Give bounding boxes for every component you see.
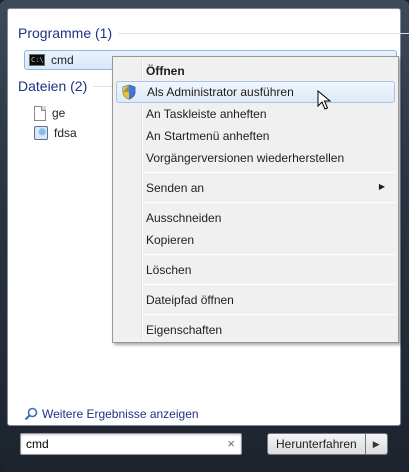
menu-item-run-as-admin[interactable]: Als Administrator ausführen	[116, 81, 395, 103]
result-item-fdsa[interactable]: fdsa	[30, 123, 83, 143]
menu-item-pin-taskbar[interactable]: An Taskleiste anheften	[116, 103, 395, 125]
shutdown-group: Herunterfahren ▶	[267, 433, 388, 455]
result-item-label: cmd	[51, 53, 74, 67]
shutdown-button[interactable]: Herunterfahren	[267, 433, 366, 455]
more-results-label: Weitere Ergebnisse anzeigen	[42, 407, 199, 421]
menu-item-label: Senden an	[146, 181, 205, 195]
menu-item-delete[interactable]: Löschen	[116, 259, 395, 281]
menu-item-copy[interactable]: Kopieren	[116, 229, 395, 251]
group-header-programs[interactable]: Programme (1)	[18, 25, 409, 41]
clear-search-icon[interactable]: ×	[227, 437, 235, 451]
menu-item-previous-versions[interactable]: Vorgängerversionen wiederherstellen	[116, 147, 395, 169]
menu-separator	[144, 172, 396, 173]
menu-separator	[144, 254, 396, 255]
menu-item-properties[interactable]: Eigenschaften	[116, 319, 395, 341]
mouse-cursor-icon	[317, 90, 331, 110]
search-input[interactable]	[21, 434, 211, 454]
menu-item-pin-startmenu[interactable]: An Startmenü anheften	[116, 125, 395, 147]
document-icon	[34, 105, 46, 121]
menu-separator	[144, 284, 396, 285]
result-item-label: fdsa	[54, 126, 77, 140]
menu-item-open-file-location[interactable]: Dateipfad öffnen	[116, 289, 395, 311]
image-file-icon	[34, 126, 48, 140]
more-results-link[interactable]: Weitere Ergebnisse anzeigen	[24, 407, 199, 421]
menu-separator	[144, 314, 396, 315]
shutdown-options-button[interactable]: ▶	[365, 433, 388, 455]
group-header-files[interactable]: Dateien (2)	[18, 78, 395, 94]
uac-shield-icon	[122, 84, 136, 100]
menu-item-open[interactable]: Öffnen	[116, 60, 395, 82]
result-item-ge[interactable]: ge	[30, 103, 71, 123]
menu-item-label: Als Administrator ausführen	[147, 85, 294, 99]
search-box[interactable]: ×	[20, 433, 242, 455]
submenu-arrow-icon: ▶	[378, 182, 385, 191]
menu-item-send-to[interactable]: Senden an ▶	[116, 177, 395, 199]
search-icon	[24, 407, 38, 421]
menu-item-cut[interactable]: Ausschneiden	[116, 207, 395, 229]
menu-separator	[144, 202, 396, 203]
result-item-label: ge	[52, 106, 66, 120]
arrow-right-icon: ▶	[372, 438, 380, 449]
console-icon: C:\	[29, 54, 45, 66]
context-menu: Öffnen Als Administrator ausführen An Ta…	[112, 56, 399, 343]
